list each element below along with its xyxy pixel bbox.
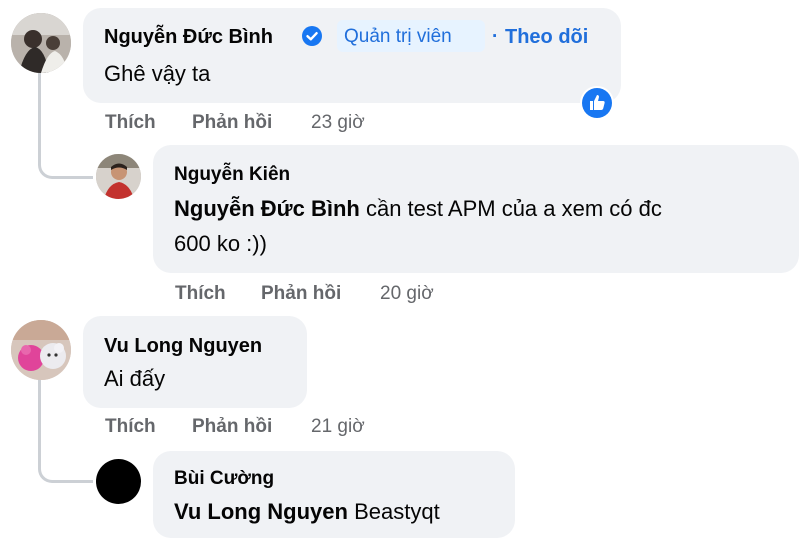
- reply-button[interactable]: Phản hồi: [192, 112, 272, 134]
- separator-dot: ·: [492, 26, 499, 47]
- comment-author[interactable]: Vu Long Nguyen: [104, 335, 262, 358]
- avatar-photo-icon: [11, 13, 71, 73]
- avatar[interactable]: [11, 320, 71, 380]
- comment-author[interactable]: Nguyễn Đức Bình: [104, 26, 273, 49]
- reply-button[interactable]: Phản hồi: [261, 283, 341, 305]
- thread-connector: [38, 150, 93, 179]
- avatar-photo-icon: [96, 154, 141, 199]
- admin-badge-label: Quản trị viên: [344, 26, 452, 47]
- like-reaction-icon[interactable]: [580, 86, 614, 120]
- reply-author[interactable]: Nguyễn Kiên: [174, 164, 290, 186]
- reply-text-line2: 600 ko :)): [174, 231, 267, 256]
- mention-link[interactable]: Nguyễn Đức Bình: [174, 196, 360, 221]
- reply-author[interactable]: Bùi Cường: [174, 468, 274, 490]
- avatar[interactable]: [11, 13, 71, 73]
- reply-text-line1: Nguyễn Đức Bình cần test APM của a xem c…: [174, 192, 662, 226]
- comment-text: Ai đấy: [104, 366, 166, 391]
- follow-link[interactable]: Theo dõi: [505, 26, 588, 49]
- reply-text-line1: Vu Long Nguyen Beastyqt: [174, 495, 440, 529]
- thread-line: [38, 378, 41, 458]
- avatar[interactable]: [96, 154, 141, 199]
- verified-badge-icon: [301, 25, 323, 47]
- comment-text: Ghê vậy ta: [104, 61, 211, 86]
- avatar[interactable]: [96, 459, 141, 504]
- like-button[interactable]: Thích: [105, 112, 156, 134]
- avatar-photo-icon: [11, 320, 71, 380]
- reply-text: Beastyqt: [354, 499, 440, 524]
- mention-link[interactable]: Vu Long Nguyen: [174, 499, 348, 524]
- timestamp[interactable]: 20 giờ: [380, 283, 434, 305]
- thread-connector: [38, 448, 93, 483]
- reply-button[interactable]: Phản hồi: [192, 416, 272, 438]
- reply-text: cần test APM của a xem có đc: [365, 196, 662, 221]
- like-button[interactable]: Thích: [175, 283, 226, 305]
- timestamp[interactable]: 23 giờ: [311, 112, 365, 134]
- like-button[interactable]: Thích: [105, 416, 156, 438]
- timestamp[interactable]: 21 giờ: [311, 416, 365, 438]
